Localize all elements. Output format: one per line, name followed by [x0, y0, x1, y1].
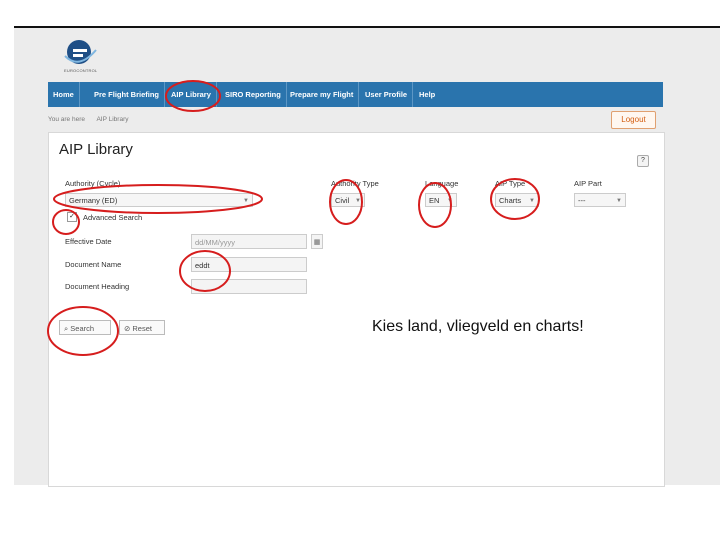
highlight-language	[418, 182, 452, 228]
highlight-authority-type	[329, 179, 363, 225]
highlight-search-button	[47, 306, 119, 356]
highlight-advanced-search	[52, 209, 80, 235]
highlight-document-name	[179, 250, 231, 292]
highlight-authority	[53, 184, 263, 214]
highlight-aip-library	[165, 80, 221, 112]
highlight-circles-overlay	[47, 80, 540, 356]
highlight-aip-type	[490, 178, 540, 220]
